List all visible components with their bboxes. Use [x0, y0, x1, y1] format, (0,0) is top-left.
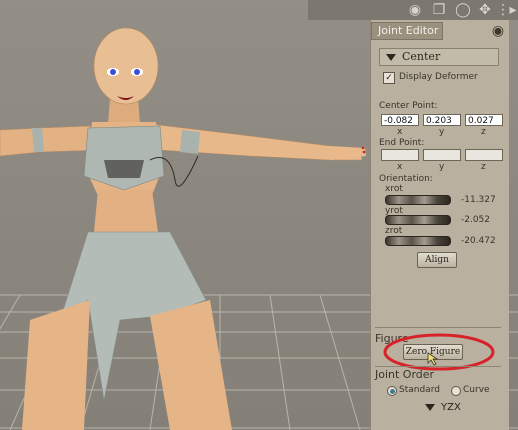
display-deformer-label: Display Deformer — [399, 72, 478, 82]
triangle-down-icon — [386, 53, 396, 61]
xrot-value[interactable]: -11.327 — [461, 195, 496, 205]
center-x-axis-label: x — [397, 127, 403, 137]
center-z-field[interactable]: 0.027 — [465, 114, 503, 126]
character-figure[interactable] — [0, 0, 380, 430]
copy-icon[interactable]: ❐ — [430, 1, 448, 19]
yrot-value[interactable]: -2.052 — [461, 215, 490, 225]
joint-order-select[interactable]: YZX — [419, 402, 461, 413]
joint-order-label: Joint Order — [375, 368, 435, 381]
joint-order-divider — [375, 366, 501, 367]
curve-label: Curve — [463, 385, 490, 395]
arrow-right-icon[interactable]: ▸ — [504, 1, 518, 19]
end-x-field[interactable] — [381, 149, 419, 161]
end-point-label: End Point: — [379, 138, 425, 148]
center-y-axis-label: y — [439, 127, 445, 137]
end-y-field[interactable] — [423, 149, 461, 161]
end-y-axis-label: y — [439, 162, 445, 172]
zrot-label: zrot — [385, 226, 403, 236]
zrot-value[interactable]: -20.472 — [461, 236, 496, 246]
close-icon[interactable]: ◉ — [489, 22, 507, 40]
end-z-axis-label: z — [481, 162, 486, 172]
camera-icon[interactable]: ◉ — [406, 1, 424, 19]
standard-radio[interactable] — [387, 386, 397, 396]
panel-title[interactable]: Joint Editor — [371, 22, 443, 40]
figure-divider — [375, 327, 501, 328]
sphere-icon[interactable]: ◯ — [454, 1, 472, 19]
triangle-down-icon — [425, 403, 435, 411]
center-section-label: Center — [402, 50, 441, 63]
end-z-field[interactable] — [465, 149, 503, 161]
xrot-dial[interactable] — [385, 195, 451, 205]
orientation-label: Orientation: — [379, 174, 433, 184]
align-button[interactable]: Align — [417, 252, 457, 268]
center-section-header[interactable]: Center — [379, 48, 499, 66]
standard-label: Standard — [399, 385, 440, 395]
zrot-dial[interactable] — [385, 236, 451, 246]
display-deformer-checkbox[interactable]: ✓ — [383, 72, 395, 84]
mouse-cursor-icon — [427, 352, 439, 366]
joint-order-value: YZX — [441, 402, 461, 413]
top-toolbar: ◉ ❐ ◯ ✥ ⋮ ▸ — [308, 0, 518, 20]
joint-editor-panel: Joint Editor ◉ Center ✓ Display Deformer… — [370, 20, 509, 430]
center-point-label: Center Point: — [379, 101, 438, 111]
center-x-field[interactable]: -0.082 — [381, 114, 419, 126]
move-arrows-icon[interactable]: ✥ — [476, 1, 494, 19]
xrot-label: xrot — [385, 184, 403, 194]
center-y-field[interactable]: 0.203 — [423, 114, 461, 126]
end-x-axis-label: x — [397, 162, 403, 172]
curve-radio[interactable] — [451, 386, 461, 396]
yrot-dial[interactable] — [385, 215, 451, 225]
center-z-axis-label: z — [481, 127, 486, 137]
